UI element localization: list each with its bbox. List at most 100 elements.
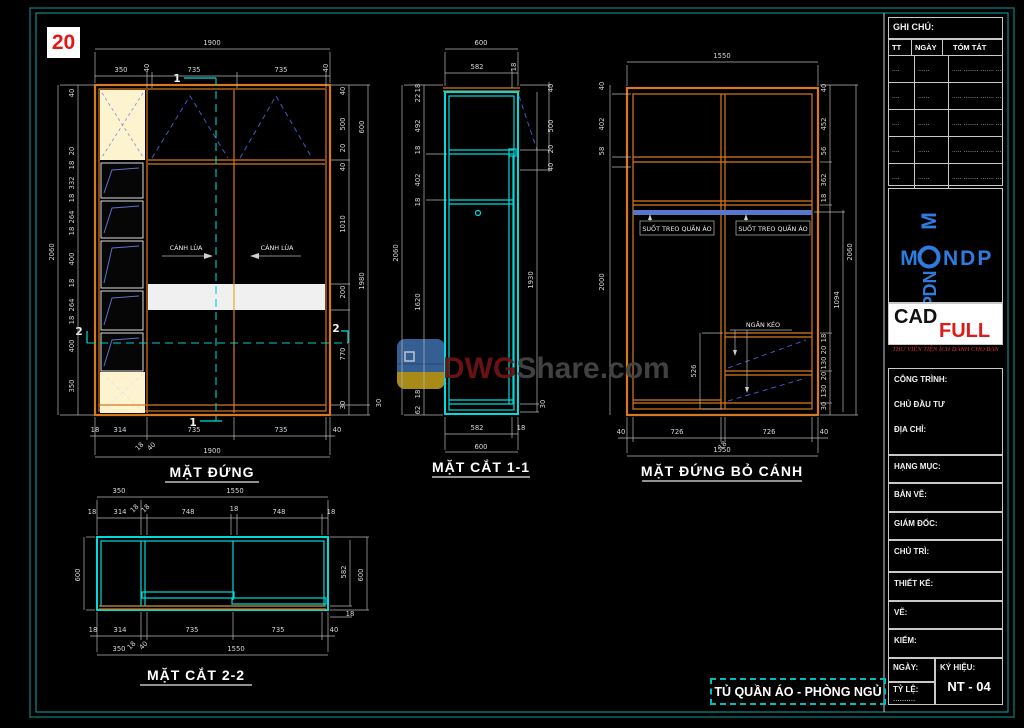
logo-tagline: THƯ VIỆN TIỆN ÍCH DÀNH CHO BẠN: [888, 346, 1003, 358]
dim-label: 18: [510, 63, 518, 72]
field-cong-trinh: CÔNG TRÌNH:: [894, 375, 947, 384]
dim-label: 1550: [713, 446, 730, 454]
dim-label: 1550: [227, 645, 244, 653]
dim-label: 1980: [358, 272, 366, 289]
dim-label: 58: [598, 147, 606, 156]
notes-table: TT NGÀY TÓM TẮT .... ...... ..... ......…: [888, 39, 1003, 186]
dim-label: 18: [327, 508, 336, 516]
notes-cell: ......: [915, 83, 949, 109]
dim-label: 350: [68, 380, 76, 393]
dim-label: 2060: [48, 243, 56, 260]
dim-label: 40: [820, 84, 828, 93]
door-knob: [476, 211, 481, 216]
drawing-code: NT - 04: [936, 679, 1002, 694]
dim-label: 314: [114, 426, 127, 434]
view-section22: 350 1550 18 314 18 18 748 18 748 18 600 …: [74, 487, 369, 685]
field-ty-le: TỶ LỆ:: [893, 685, 918, 694]
notes-row: .... ...... ..... ........ ....... .....…: [889, 109, 1002, 136]
dim-label: 500: [339, 118, 347, 131]
field-dia-chi: ĐỊA CHỈ:: [894, 425, 926, 434]
dim-label: 40: [322, 64, 330, 73]
field-giam-doc-box: GIÁM ĐỐC:: [888, 512, 1003, 540]
section-mark: 1: [173, 73, 180, 85]
dim-label: 18: [91, 426, 100, 434]
svg-text:M: M: [918, 212, 941, 230]
dim-label: 2000: [598, 273, 606, 290]
cad-text: CAD: [894, 306, 937, 329]
hanging-rod: [633, 210, 812, 215]
front-linework: [95, 85, 330, 415]
dim-label: 40: [68, 89, 76, 98]
notes-cell: ..... ........ ....... ......: [949, 110, 1002, 136]
dim-label: 526: [690, 365, 698, 378]
dim-label: 22: [414, 94, 422, 103]
notes-cell: ......: [915, 164, 949, 190]
dim-label: 400: [68, 253, 76, 266]
dim-label: 452: [820, 118, 828, 131]
notes-cell: ....: [889, 110, 915, 136]
dim-label: 40: [146, 441, 158, 453]
cad-sheet: CÁNH LÙA CÁNH LÙA 1 1 2 2: [0, 0, 1024, 728]
dim-label: 40: [138, 640, 150, 652]
dim-label: 1010: [339, 215, 347, 232]
watermark: DWGShare.com: [443, 352, 670, 386]
field-thiet-ke: THIẾT KẾ:: [894, 579, 933, 588]
dim-label: 362: [820, 174, 828, 187]
section11-dimensions: [402, 49, 551, 452]
drawing-name-box: TỦ QUẦN ÁO - PHÒNG NGỦ: [710, 678, 886, 705]
dim-label: 350: [115, 66, 128, 74]
dim-label: 1550: [713, 52, 730, 60]
dim-label: 1900: [203, 447, 220, 455]
notes-col-tomtat: TÓM TẮT: [943, 43, 986, 52]
view-title: MẶT CẮT 1-1: [432, 458, 530, 475]
field-ky-hieu: KÝ HIỆU:: [940, 663, 975, 672]
dim-label: 40: [547, 163, 555, 172]
field-chu-tri-box: CHỦ TRÌ:: [888, 540, 1003, 572]
dim-label: 726: [671, 428, 684, 436]
dim-label: 30: [339, 401, 347, 410]
dim-label: 20: [820, 346, 828, 355]
dim-label: 582: [471, 424, 484, 432]
dim-label: 40: [598, 82, 606, 91]
dim-label: 18: [134, 441, 146, 453]
dim-label: 402: [414, 174, 422, 187]
dim-label: 18: [230, 505, 239, 513]
dim-label: 18: [126, 640, 138, 652]
notes-cell: ..... ........ ....... ......: [949, 83, 1002, 109]
field-ngay: NGÀY:: [893, 663, 918, 672]
field-ban-ve-box: BẢN VẼ:: [888, 483, 1003, 512]
notes-cell: ......: [915, 56, 949, 82]
field-ty-le-value: ..........: [893, 694, 915, 703]
notes-cell: ....: [889, 164, 915, 190]
dim-label: 40: [547, 84, 555, 93]
dim-label: 2060: [392, 244, 400, 261]
dim-label: 40: [820, 428, 829, 436]
view-title: MẶT ĐỨNG: [170, 463, 255, 480]
dim-label: 582: [471, 63, 484, 71]
dim-label: 350: [113, 645, 126, 653]
view-nodoors: SUỐT TREO QUẦN ÁO SUỐT TREO QUẦN ÁO NGĂN…: [598, 52, 858, 481]
dim-label: 770: [339, 348, 347, 361]
dim-label: 735: [272, 626, 285, 634]
notes-cell: ......: [915, 137, 949, 163]
notes-cell: ....: [889, 137, 915, 163]
notes-cell: ....: [889, 56, 915, 82]
dim-label: 735: [275, 66, 288, 74]
dim-label: 18: [346, 610, 355, 618]
dim-label: 130: [820, 385, 828, 398]
dim-label: 600: [357, 569, 365, 582]
notes-header-box: GHI CHÚ:: [888, 17, 1003, 39]
dim-label: 20: [339, 144, 347, 153]
dim-label: 1620: [414, 293, 422, 310]
sliding-door-back: [142, 592, 234, 598]
dim-label: 18: [820, 334, 828, 343]
watermark-dwg: DWG: [443, 352, 516, 385]
view-front: CÁNH LÙA CÁNH LÙA 1 1 2 2: [48, 39, 383, 482]
dim-label: 492: [414, 120, 422, 133]
dim-label: 30: [820, 402, 828, 411]
svg-text:M: M: [900, 247, 918, 270]
mondp-logo-icon: M NDP M N D P: [889, 189, 1002, 302]
section-mark: 2: [332, 323, 339, 335]
field-thiet-ke-box: THIẾT KẾ:: [888, 572, 1003, 601]
dim-label: 735: [186, 626, 199, 634]
